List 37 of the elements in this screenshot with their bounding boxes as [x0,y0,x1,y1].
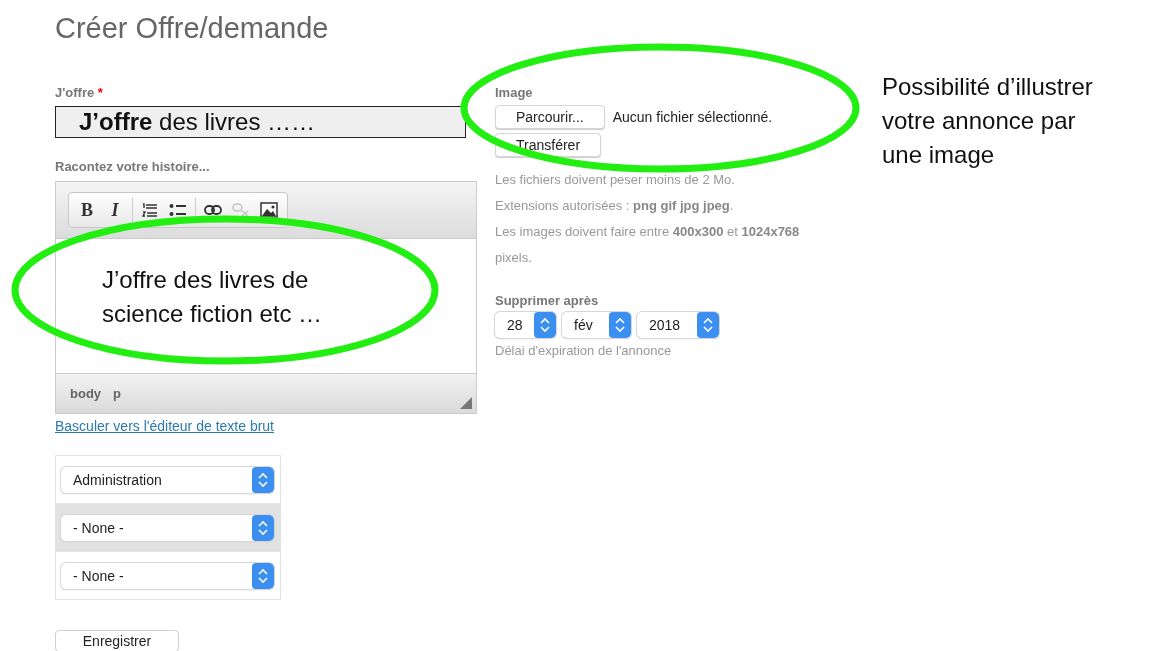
field-label: Supprimer après [495,292,600,310]
field-label: Racontez votre histoire... [55,158,211,176]
bold-button[interactable]: B [73,196,101,224]
image-icon[interactable] [260,202,278,218]
select-field[interactable]: - None - [61,514,274,541]
help-text: Extensions autorisées : png gif jpg jpeg. [495,197,735,215]
select-field[interactable]: 2018 [637,312,719,338]
bullet-list-icon[interactable] [169,203,187,217]
file-status: Aucun fichier sélectionné. [612,109,773,125]
chain-link-icon[interactable] [204,205,222,215]
select-field[interactable]: fév [562,312,631,338]
up-down-arrows-icon [534,312,556,338]
up-down-arrows-icon [697,312,719,338]
switch-editor-link[interactable]: Basculer vers l'éditeur de texte brut [55,418,274,434]
up-down-arrows-icon [609,312,631,338]
numbered-list-icon[interactable] [142,203,158,217]
element-path[interactable]: p [113,386,121,401]
select-field[interactable]: Administration [61,466,274,493]
element-path[interactable]: body [70,386,102,401]
browse-button[interactable]: Parcourir... [495,105,605,129]
select-field[interactable]: 28 [495,312,556,338]
editor-text[interactable]: J’offre des livres de science fiction etc … [102,263,392,331]
help-text: Les fichiers doivent peser moins de 2 Mo. [495,171,736,189]
help-text: Les images doivent faire entre 400x300 et 1024x768 pixels. [495,223,801,267]
help-text: Délai d'expiration de l'annonce [495,342,673,360]
select-field[interactable]: - None - [61,562,274,589]
resize-grip-icon[interactable] [460,397,472,409]
up-down-arrows-icon [252,466,274,493]
annotation-text: Possibilité d’illustrer votre annonce par une image [882,72,1094,170]
page-title: Créer Offre/demande [55,11,330,46]
up-down-arrows-icon [252,514,274,541]
save-button[interactable]: Enregistrer [55,630,179,651]
field-label: J'offre * [55,84,104,102]
offer-field[interactable]: J’offre des livres …… [55,106,466,138]
up-down-arrows-icon [252,562,274,589]
italic-button[interactable]: I [101,196,129,224]
field-label: Image [495,84,534,102]
